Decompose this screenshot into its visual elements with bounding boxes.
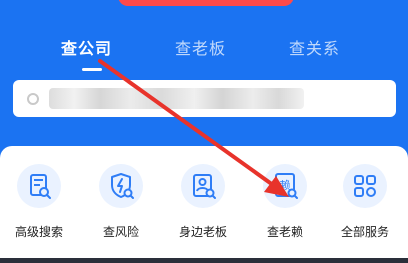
debtor-search-icon: 赖 <box>263 164 307 208</box>
tab-company[interactable]: 查公司 <box>61 35 112 59</box>
blurred-placeholder-text <box>49 88 304 109</box>
service-debtor[interactable]: 赖 查老赖 <box>250 164 320 244</box>
service-label: 查老赖 <box>266 225 303 239</box>
service-all[interactable]: 全部服务 <box>330 164 400 244</box>
risk-shield-icon <box>99 164 143 208</box>
nearby-boss-icon <box>181 164 225 208</box>
service-grid: 高级搜索 查风险 身边老板 赖 查老赖 全部服务 <box>0 164 408 244</box>
service-label: 查风险 <box>102 225 139 239</box>
search-type-tabs: 查公司 查老板 查关系 <box>0 25 408 71</box>
service-nearby-boss[interactable]: 身边老板 <box>168 164 238 244</box>
service-label: 身边老板 <box>178 225 227 239</box>
service-label: 高级搜索 <box>14 225 63 239</box>
bottom-content-edge <box>0 258 408 263</box>
service-panel: 高级搜索 查风险 身边老板 赖 查老赖 全部服务 <box>0 146 408 263</box>
search-icon <box>27 93 39 105</box>
search-input[interactable] <box>13 80 396 117</box>
active-tab-indicator <box>82 68 102 71</box>
tab-boss[interactable]: 查老板 <box>175 35 226 59</box>
tab-relation[interactable]: 查关系 <box>289 35 340 59</box>
service-advanced-search[interactable]: 高级搜索 <box>4 164 74 244</box>
hero-header: 查公司 查老板 查关系 <box>0 0 408 163</box>
all-services-grid-icon <box>343 164 387 208</box>
top-banner-edge <box>118 0 294 6</box>
service-label: 全部服务 <box>340 225 389 239</box>
advanced-search-icon <box>17 164 61 208</box>
service-risk[interactable]: 查风险 <box>86 164 156 244</box>
